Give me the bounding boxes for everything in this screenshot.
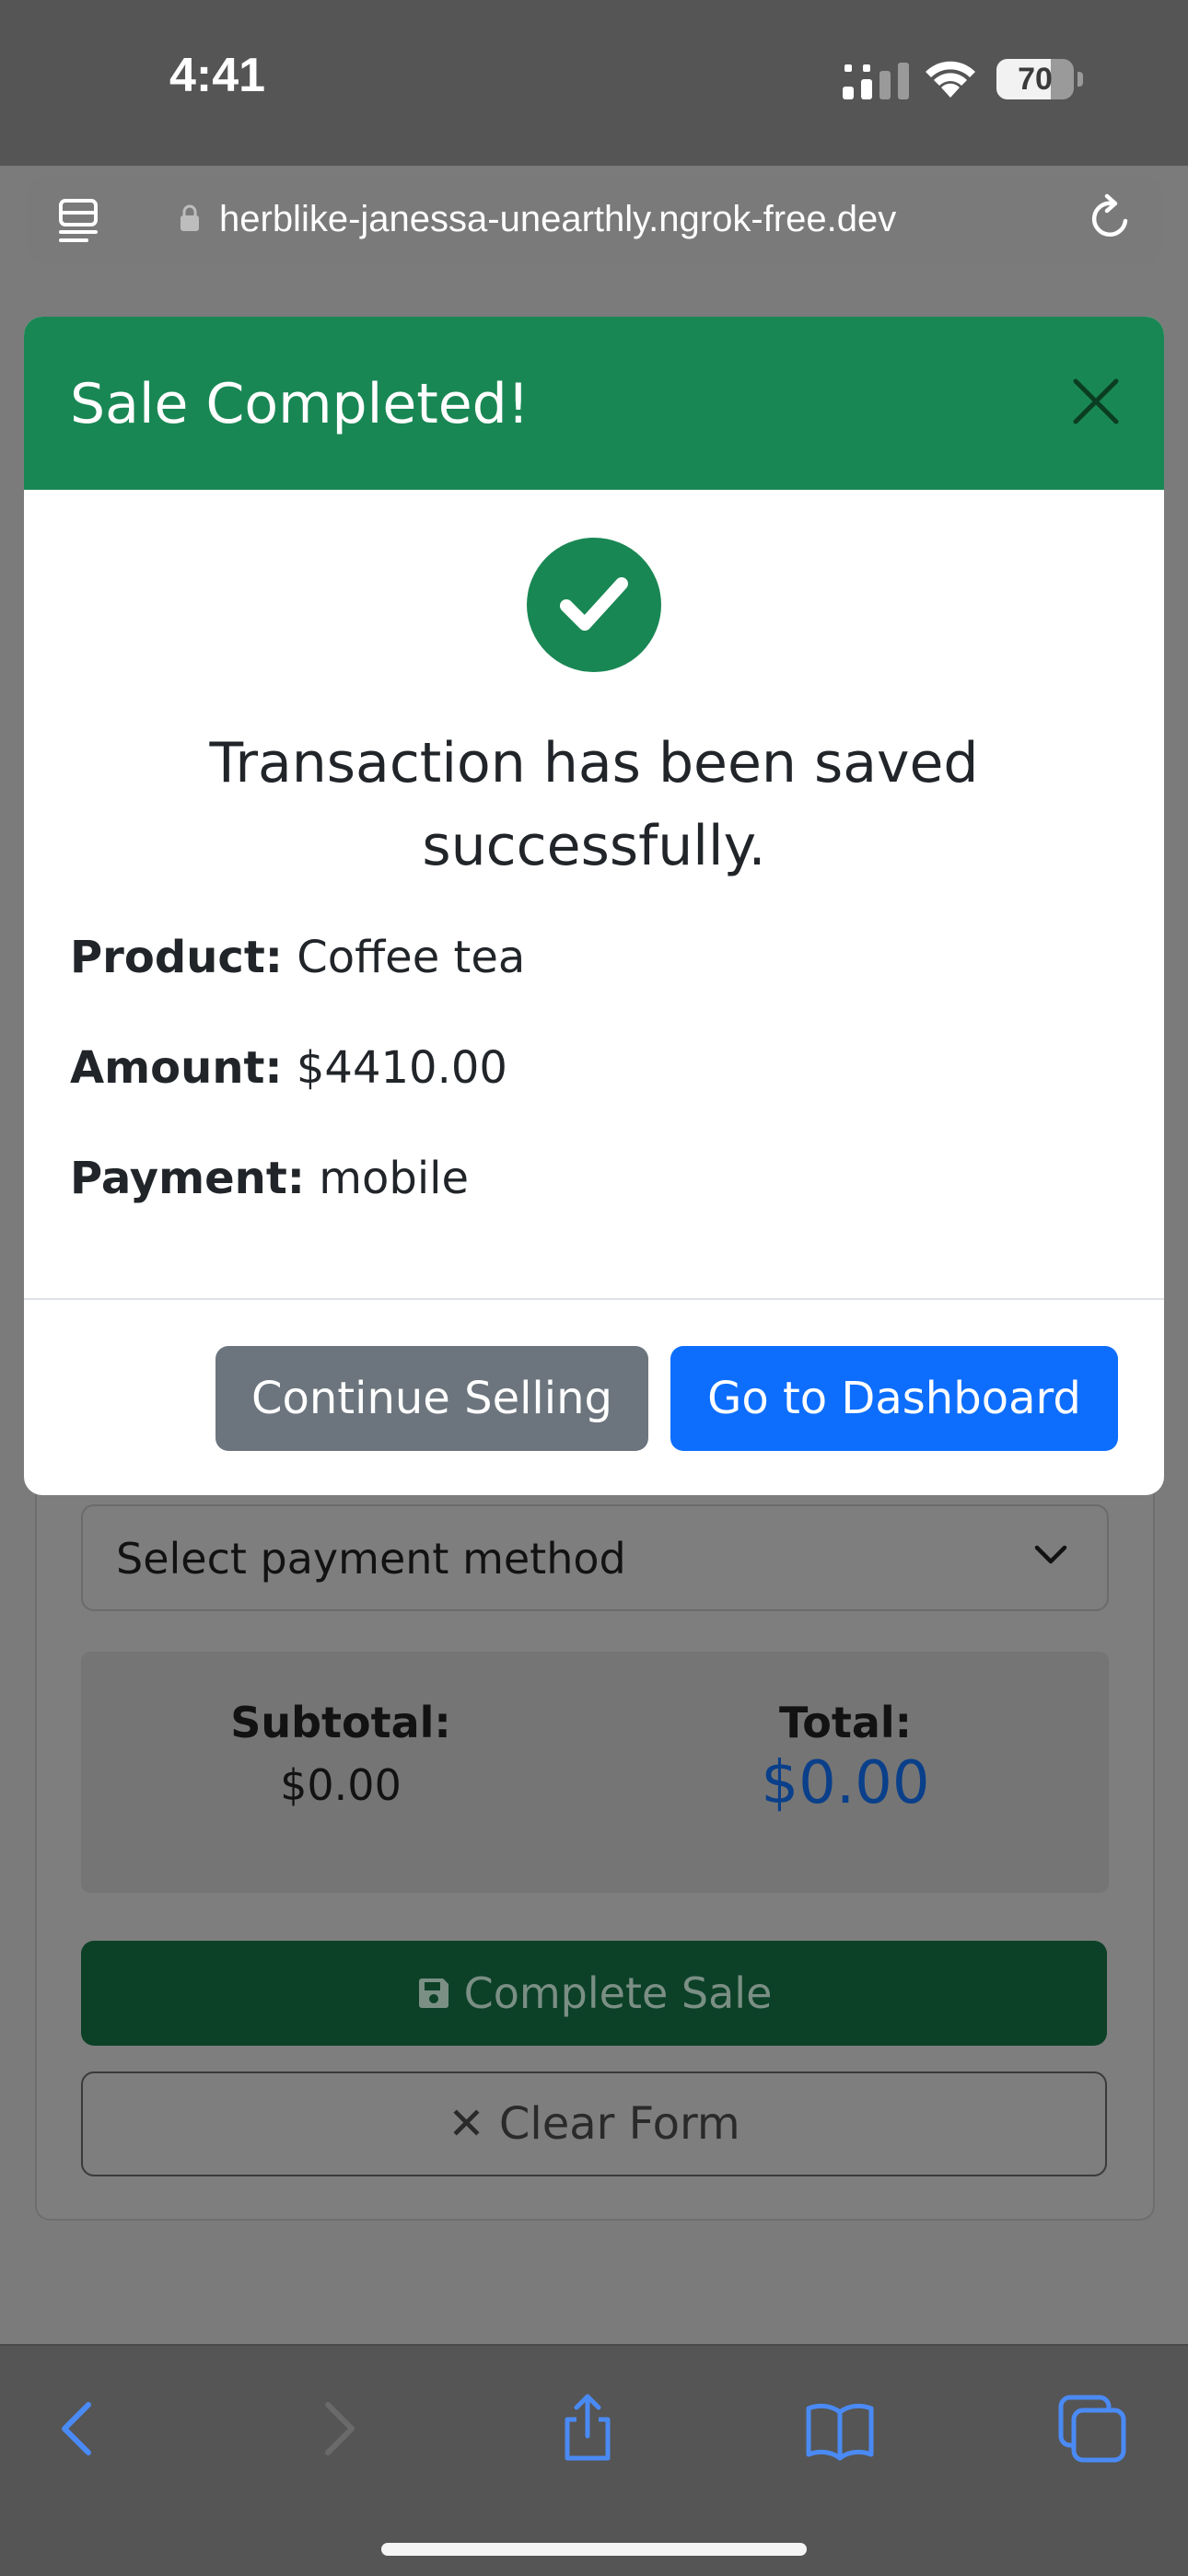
bookmarks-icon[interactable] — [803, 2392, 877, 2466]
complete-sale-label: Complete Sale — [463, 1968, 773, 2018]
battery-icon: 70 — [996, 59, 1083, 99]
amount-detail: Amount: $4410.00 — [70, 1042, 507, 1094]
sale-completed-modal: Sale Completed! Transaction has been sav… — [24, 317, 1164, 1495]
payment-method-placeholder: Select payment method — [116, 1534, 626, 1584]
clear-form-label: ✕ Clear Form — [448, 2098, 740, 2150]
back-icon[interactable] — [42, 2392, 116, 2466]
clear-form-button[interactable]: ✕ Clear Form — [81, 2071, 1107, 2176]
reload-icon[interactable] — [1085, 193, 1136, 245]
address-bar[interactable]: herblike-janessa-unearthly.ngrok-free.de… — [26, 175, 1162, 265]
save-icon — [418, 1978, 448, 2008]
url-text[interactable]: herblike-janessa-unearthly.ngrok-free.de… — [219, 195, 896, 243]
status-bar: 4:41 70 — [0, 0, 1188, 166]
total-value: $0.00 — [761, 1749, 930, 1817]
total-label: Total: — [778, 1698, 913, 1747]
page-menu-icon[interactable] — [55, 197, 101, 243]
subtotal-value: $0.00 — [280, 1760, 402, 1810]
payment-detail: Payment: mobile — [70, 1153, 469, 1204]
success-message: Transaction has been saved successfully. — [209, 731, 979, 878]
complete-sale-button[interactable]: Complete Sale — [81, 1941, 1107, 2046]
battery-percent: 70 — [1018, 62, 1053, 97]
product-value: Coffee tea — [297, 932, 526, 983]
totals-panel: Subtotal: $0.00 Total: $0.00 — [81, 1652, 1109, 1893]
product-label: Product: — [70, 932, 283, 983]
modal-title: Sale Completed! — [70, 372, 530, 436]
payment-value: mobile — [319, 1153, 470, 1204]
payment-method-select[interactable]: Select payment method — [81, 1504, 1109, 1611]
chevron-down-icon — [1034, 1545, 1067, 1564]
payment-label: Payment: — [70, 1153, 305, 1204]
subtotal-label: Subtotal: — [230, 1698, 451, 1747]
tabs-icon[interactable] — [1055, 2392, 1129, 2466]
share-icon[interactable] — [551, 2392, 624, 2466]
wifi-icon — [926, 61, 975, 98]
go-to-dashboard-button[interactable]: Go to Dashboard — [670, 1346, 1118, 1451]
amount-value: $4410.00 — [296, 1042, 507, 1094]
cellular-signal-icon — [843, 63, 909, 99]
modal-header: Sale Completed! — [24, 317, 1164, 490]
product-detail: Product: Coffee tea — [70, 932, 525, 983]
close-icon[interactable] — [1070, 376, 1122, 427]
lock-icon — [181, 204, 199, 231]
forward-icon — [325, 2402, 355, 2455]
success-check-icon — [527, 538, 661, 672]
browser-toolbar — [0, 2344, 1188, 2576]
status-time: 4:41 — [169, 49, 266, 102]
amount-label: Amount: — [70, 1042, 283, 1094]
modal-footer-divider — [24, 1298, 1164, 1300]
continue-selling-button[interactable]: Continue Selling — [215, 1346, 648, 1451]
home-indicator — [381, 2543, 807, 2556]
